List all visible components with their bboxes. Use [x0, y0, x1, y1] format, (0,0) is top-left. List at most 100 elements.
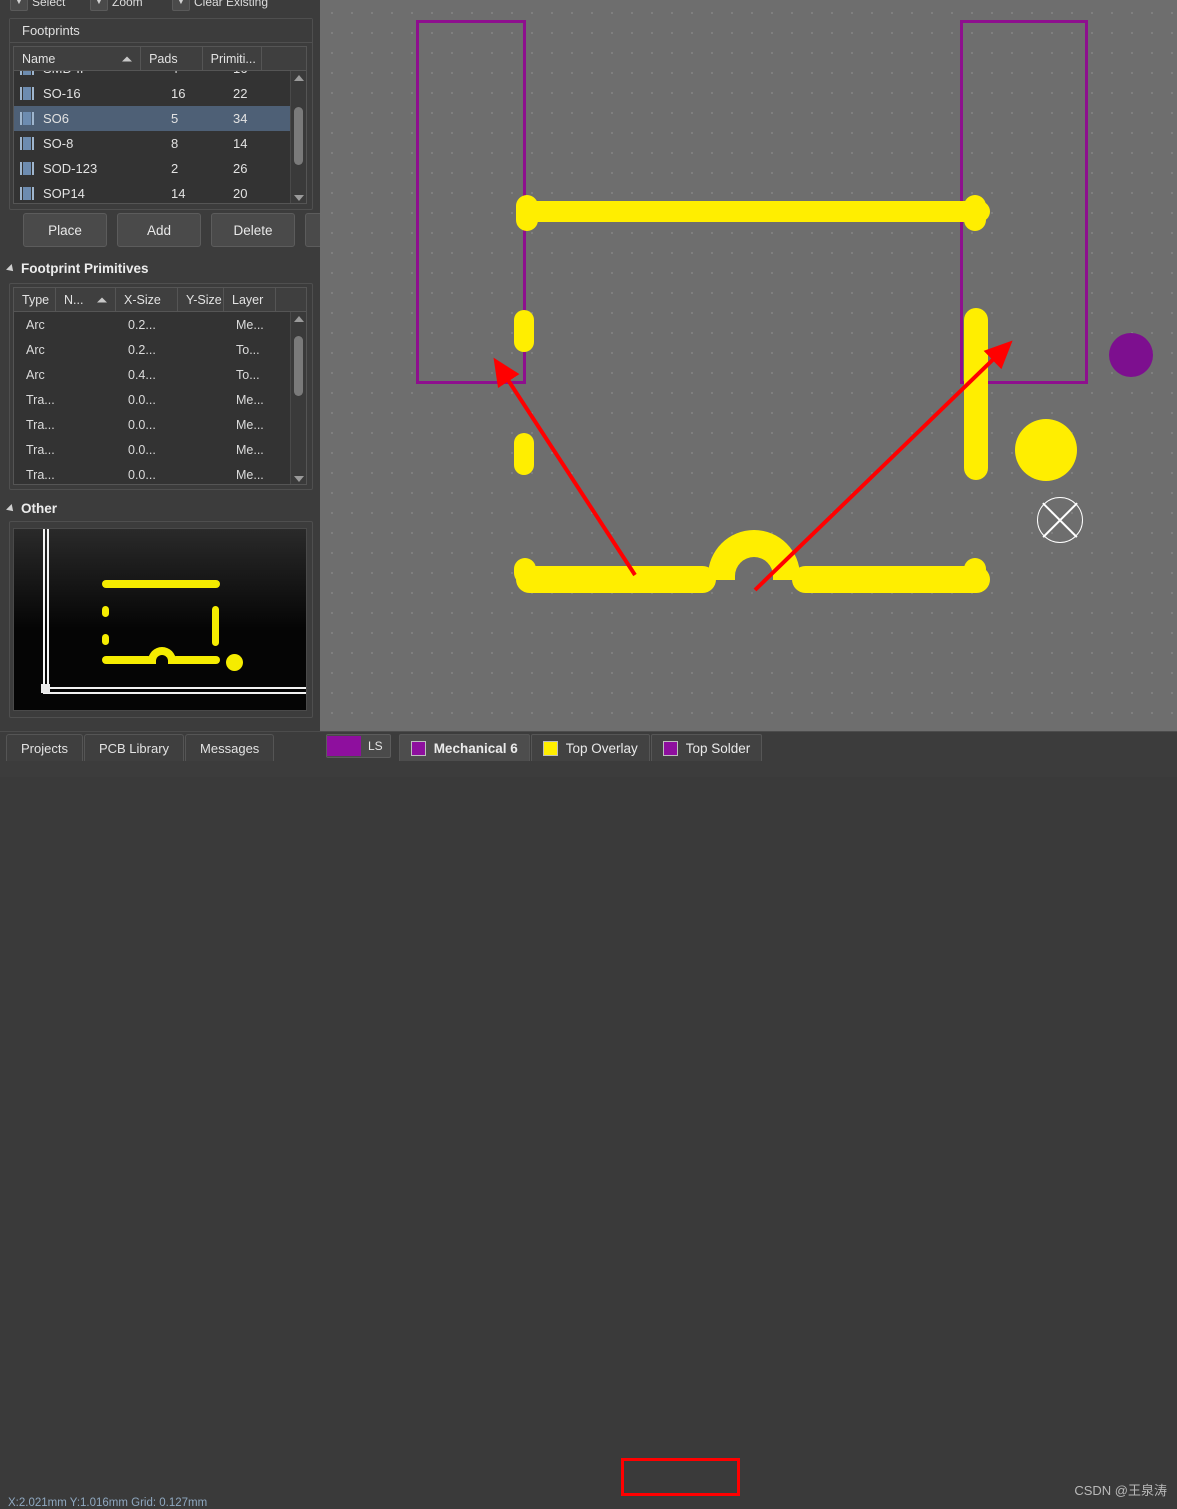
- overlay-pad-left-1[interactable]: [514, 310, 534, 352]
- top-solder-region-left[interactable]: [416, 20, 526, 384]
- preview-axis-y: [43, 529, 45, 694]
- layer-color-swatch: [542, 740, 558, 756]
- table-row[interactable]: Arc 0.2... Me...: [14, 312, 306, 337]
- table-row[interactable]: SOD-123 2 26: [14, 156, 306, 181]
- overlay-pad-left-2[interactable]: [514, 433, 534, 475]
- cell-type: Tra...: [26, 467, 55, 482]
- overlay-pad-right-long[interactable]: [964, 308, 988, 480]
- overlay-track-top[interactable]: [516, 201, 990, 222]
- footprints-scrollbar[interactable]: [290, 71, 306, 203]
- overlay-pad-bottom-right[interactable]: [964, 558, 986, 584]
- overlay-track-bottom-right[interactable]: [792, 566, 990, 593]
- layer-tab-mechanical-6[interactable]: Mechanical 6: [398, 734, 530, 761]
- table-row[interactable]: SMD-II 4 16: [14, 71, 306, 81]
- scroll-down-icon[interactable]: [291, 191, 306, 203]
- footprint-preview[interactable]: [13, 528, 307, 711]
- scrollbar-thumb[interactable]: [294, 336, 303, 396]
- preview-track-top: [102, 580, 220, 588]
- top-overlay-circle[interactable]: [1015, 419, 1077, 481]
- cell-layer: Me...: [236, 467, 264, 482]
- layer-color-swatch: [662, 740, 678, 756]
- overlay-pad-top-left[interactable]: [516, 195, 538, 231]
- primitives-table[interactable]: Type N... X-Size Y-Size Layer Arc 0.2...…: [13, 287, 307, 485]
- table-row[interactable]: Arc 0.2... To...: [14, 337, 306, 362]
- cell-name: SO-16: [43, 86, 81, 101]
- toolbar-item-zoom[interactable]: ▼ Zoom: [90, 0, 143, 11]
- add-button[interactable]: Add: [117, 213, 201, 247]
- footprint-icon: [20, 111, 34, 126]
- tab-pcb-library[interactable]: PCB Library: [83, 734, 185, 761]
- scroll-up-icon[interactable]: [291, 71, 306, 85]
- overlay-pad-top-right[interactable]: [964, 195, 986, 231]
- scroll-down-icon[interactable]: [291, 472, 306, 484]
- table-row-selected[interactable]: SO6 5 34: [14, 106, 306, 131]
- footprint-primitives-section-header[interactable]: Footprint Primitives: [6, 261, 149, 276]
- footprint-icon: [20, 86, 34, 101]
- overlay-track-bottom-left[interactable]: [516, 566, 716, 593]
- table-row[interactable]: SO-16 16 22: [14, 81, 306, 106]
- toolbar-label-select: Select: [32, 0, 66, 9]
- scroll-up-icon[interactable]: [291, 312, 306, 326]
- column-header-primitives[interactable]: Primiti...: [203, 47, 263, 70]
- annotation-highlight-top-solder: [621, 1458, 740, 1496]
- sort-ascending-icon: [122, 56, 133, 61]
- cell-name: SO6: [43, 111, 70, 126]
- footprints-table-header: Name Pads Primiti...: [14, 47, 306, 71]
- footprint-icon: [20, 161, 34, 176]
- column-header-n[interactable]: N...: [56, 288, 116, 311]
- table-row[interactable]: Tra... 0.0... Me...: [14, 437, 306, 462]
- toolbar-item-clear-existing[interactable]: ▼ Clear Existing: [172, 0, 268, 11]
- column-header-type[interactable]: Type: [14, 288, 56, 311]
- preview-circle-pad: [226, 654, 243, 671]
- cell-name: SOP14: [43, 186, 85, 201]
- table-row[interactable]: SO-8 8 14: [14, 131, 306, 156]
- scrollbar-thumb[interactable]: [294, 107, 303, 165]
- origin-crosshair-icon: [1037, 497, 1083, 543]
- chevron-down-icon[interactable]: ▼: [10, 0, 28, 11]
- table-row[interactable]: Tra... 0.0... Me...: [14, 462, 306, 484]
- cell-type: Tra...: [26, 442, 55, 457]
- layer-sets-button[interactable]: LS: [326, 734, 391, 758]
- delete-button[interactable]: Delete: [211, 213, 295, 247]
- table-row[interactable]: Tra... 0.0... Me...: [14, 387, 306, 412]
- chevron-down-icon[interactable]: ▼: [172, 0, 190, 11]
- layer-tab-top-overlay[interactable]: Top Overlay: [530, 734, 650, 761]
- chevron-down-icon[interactable]: ▼: [90, 0, 108, 11]
- place-button[interactable]: Place: [23, 213, 107, 247]
- tab-projects[interactable]: Projects: [6, 734, 83, 761]
- cell-pads: 8: [171, 136, 179, 151]
- preview-arc-bump: [148, 647, 176, 664]
- overlay-pad-bottom-left[interactable]: [514, 558, 536, 584]
- top-solder-circle[interactable]: [1109, 333, 1153, 377]
- footprints-table-body: SMD-II 4 16 SO-16 16 22 SO6 5 34: [14, 71, 306, 203]
- preview-track-bottom-right: [172, 656, 220, 664]
- collapse-triangle-icon[interactable]: [6, 503, 16, 514]
- layer-color-swatch: [410, 740, 426, 756]
- layer-tab-top-solder[interactable]: Top Solder: [650, 734, 763, 761]
- column-header-layer[interactable]: Layer: [224, 288, 276, 311]
- toolbar-item-select[interactable]: ▼ Select: [10, 0, 65, 11]
- pcb-canvas[interactable]: [320, 0, 1177, 731]
- cell-pads: 14: [171, 186, 186, 201]
- table-row[interactable]: Tra... 0.0... Me...: [14, 412, 306, 437]
- footprints-table[interactable]: Name Pads Primiti... SMD-II: [13, 46, 307, 204]
- column-header-name[interactable]: Name: [14, 47, 142, 70]
- other-section-header[interactable]: Other: [6, 501, 57, 516]
- top-toolbar: ▼ Select ▼ Zoom ▼ Clear Existing: [0, 0, 320, 11]
- cell-primitives: 22: [233, 86, 248, 101]
- column-header-xsize[interactable]: X-Size: [116, 288, 178, 311]
- primitives-group: Type N... X-Size Y-Size Layer Arc 0.2...…: [9, 283, 313, 490]
- cell-type: Arc: [26, 367, 45, 382]
- sort-ascending-icon: [97, 297, 107, 302]
- table-row[interactable]: Arc 0.4... To...: [14, 362, 306, 387]
- primitives-scrollbar[interactable]: [290, 312, 306, 484]
- table-row[interactable]: SOP14 14 20: [14, 181, 306, 203]
- collapse-triangle-icon[interactable]: [6, 263, 16, 274]
- column-header-spacer: [262, 47, 306, 70]
- cell-xsize: 0.2...: [128, 317, 156, 332]
- tab-messages[interactable]: Messages: [185, 734, 275, 761]
- column-header-ysize-label: Y-Size: [186, 292, 222, 307]
- column-header-pads[interactable]: Pads: [141, 47, 203, 70]
- column-header-ysize[interactable]: Y-Size: [178, 288, 224, 311]
- primitives-table-header: Type N... X-Size Y-Size Layer: [14, 288, 306, 312]
